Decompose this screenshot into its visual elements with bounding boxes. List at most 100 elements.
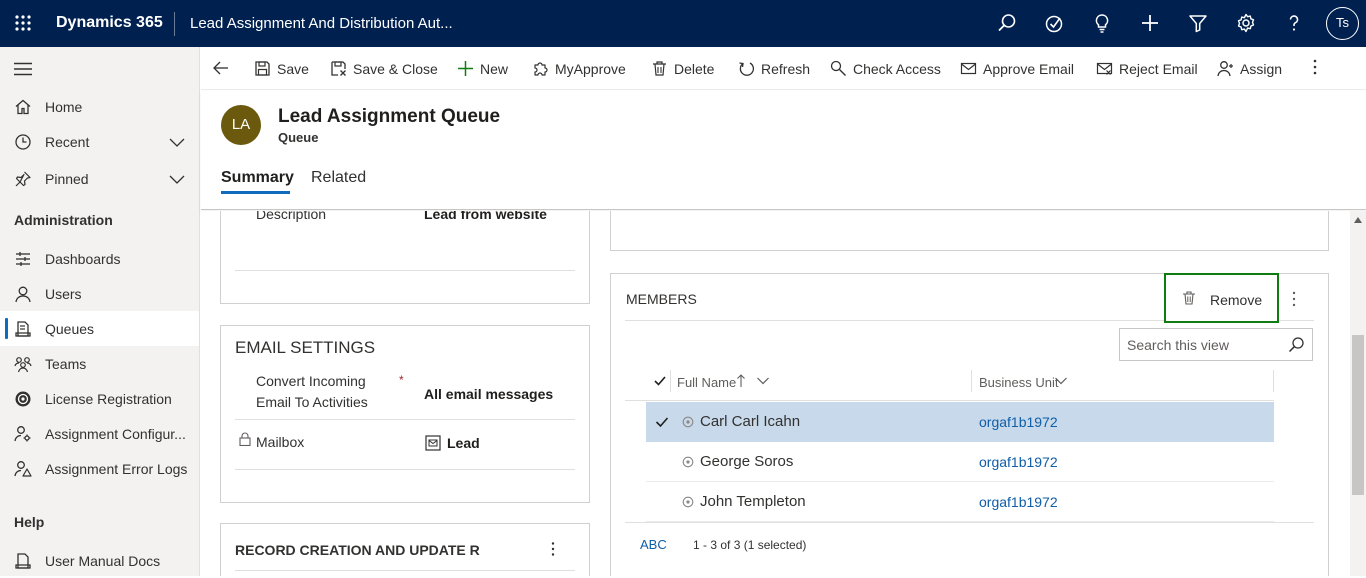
- sidebar-item-users[interactable]: Users: [0, 276, 199, 311]
- member-name[interactable]: John Templeton: [700, 493, 806, 510]
- alphabet-filter-link[interactable]: ABC: [640, 537, 667, 552]
- sidebar-item-assignment-error-logs[interactable]: Assignment Error Logs: [0, 451, 199, 486]
- table-row[interactable]: Carl Carl Icahn orgaf1b1972: [646, 402, 1274, 442]
- table-row[interactable]: John Templeton orgaf1b1972: [646, 482, 1274, 522]
- divider: [174, 12, 175, 36]
- settings-gear-icon[interactable]: [1235, 12, 1257, 34]
- row-checkmark-icon[interactable]: [654, 414, 670, 430]
- user-error-icon: [14, 461, 32, 477]
- help-icon[interactable]: [1283, 12, 1305, 34]
- app-launcher-icon[interactable]: [14, 14, 32, 32]
- member-name[interactable]: George Soros: [700, 453, 793, 470]
- convert-email-value[interactable]: All email messages: [424, 386, 553, 402]
- chevron-down-icon[interactable]: [1054, 376, 1068, 386]
- sidebar-item-recent[interactable]: Recent: [0, 124, 199, 159]
- description-value[interactable]: Lead from website: [424, 211, 547, 222]
- more-options-icon[interactable]: [545, 541, 561, 557]
- scrollbar-thumb[interactable]: [1352, 335, 1364, 495]
- column-header-full-name[interactable]: Full Name: [677, 375, 736, 390]
- vertical-scrollbar[interactable]: [1350, 211, 1366, 576]
- tab-summary[interactable]: Summary: [221, 169, 294, 187]
- top-bar: Dynamics 365 Lead Assignment And Distrib…: [0, 0, 1366, 47]
- approve-email-label: Approve Email: [983, 60, 1075, 77]
- assign-user-icon: [1217, 61, 1233, 77]
- search-input[interactable]: [1121, 330, 1281, 359]
- refresh-icon: [739, 62, 755, 76]
- sidebar-item-license-registration[interactable]: License Registration: [0, 381, 199, 416]
- more-options-icon[interactable]: [1286, 290, 1302, 308]
- plus-icon[interactable]: [1139, 12, 1161, 34]
- hamburger-menu-icon[interactable]: [14, 62, 32, 76]
- user-icon: [15, 286, 31, 303]
- sidebar-item-teams[interactable]: Teams: [0, 346, 199, 381]
- divider: [625, 400, 1274, 401]
- delete-label: Delete: [674, 60, 715, 77]
- member-business-unit-link[interactable]: orgaf1b1972: [979, 414, 1058, 430]
- approve-email-button[interactable]: Approve Email: [960, 47, 1074, 90]
- sidebar-item-queues[interactable]: Queues: [0, 311, 199, 346]
- sidebar-group-administration: Administration: [14, 212, 113, 228]
- chevron-down-icon[interactable]: [756, 376, 770, 386]
- reject-email-button[interactable]: Reject Email: [1096, 47, 1198, 90]
- member-name[interactable]: Carl Carl Icahn: [700, 413, 800, 430]
- sidebar-item-user-manual-docs[interactable]: User Manual Docs: [0, 543, 199, 578]
- delete-button[interactable]: Delete: [651, 47, 714, 90]
- select-all-checkmark-icon[interactable]: [653, 374, 667, 388]
- filter-icon[interactable]: [1187, 12, 1209, 34]
- app-title[interactable]: Lead Assignment And Distribution Aut...: [190, 15, 453, 32]
- table-row[interactable]: George Soros orgaf1b1972: [646, 442, 1274, 482]
- sort-ascending-icon[interactable]: [736, 374, 746, 388]
- more-commands-icon[interactable]: [1306, 58, 1324, 76]
- sidebar-item-dashboards[interactable]: Dashboards: [0, 241, 199, 276]
- search-icon[interactable]: [1288, 336, 1305, 353]
- sidebar-item-label: Recent: [45, 134, 90, 150]
- email-settings-title: EMAIL SETTINGS: [235, 338, 376, 357]
- column-header-business-unit[interactable]: Business Unit: [979, 375, 1058, 390]
- sidebar-item-label: License Registration: [45, 391, 172, 407]
- record-title: Lead Assignment Queue: [278, 106, 501, 127]
- status-indicator-icon: [682, 456, 694, 468]
- task-flow-icon[interactable]: [1043, 12, 1065, 34]
- new-button[interactable]: New: [457, 47, 508, 90]
- dashboard-icon: [16, 252, 30, 266]
- status-indicator-icon: [682, 496, 694, 508]
- divider: [235, 419, 575, 420]
- chevron-down-icon[interactable]: [168, 135, 186, 149]
- convert-email-label-line1: Convert Incoming: [256, 373, 366, 389]
- save-button[interactable]: Save: [254, 47, 309, 90]
- back-arrow-icon[interactable]: [211, 58, 231, 78]
- member-business-unit-link[interactable]: orgaf1b1972: [979, 494, 1058, 510]
- remove-label: Remove: [1210, 292, 1263, 308]
- remove-member-button[interactable]: Remove: [1164, 273, 1279, 323]
- members-title: MEMBERS: [626, 291, 697, 307]
- sidebar-item-pinned[interactable]: Pinned: [0, 161, 199, 196]
- refresh-button[interactable]: Refresh: [738, 47, 810, 90]
- sidebar-item-label: Teams: [45, 356, 87, 372]
- search-icon[interactable]: [996, 12, 1018, 34]
- user-avatar[interactable]: Ts: [1326, 7, 1359, 40]
- lightbulb-icon[interactable]: [1091, 12, 1113, 34]
- myapprove-label: MyApprove: [555, 60, 626, 77]
- divider: [235, 469, 575, 470]
- sidebar-item-assignment-configuration[interactable]: Assignment Configur...: [0, 416, 199, 451]
- sidebar-item-label: Queues: [45, 321, 95, 337]
- sidebar-item-home[interactable]: Home: [0, 89, 199, 124]
- check-access-button[interactable]: Check Access: [830, 47, 941, 90]
- sidebar-item-label: Users: [45, 286, 82, 302]
- save-and-close-button[interactable]: Save & Close: [330, 47, 438, 90]
- puzzle-icon: [534, 62, 548, 76]
- trash-icon: [1183, 291, 1195, 305]
- brand-name[interactable]: Dynamics 365: [56, 14, 163, 32]
- user-settings-icon: [14, 426, 31, 442]
- mailbox-value-link[interactable]: Lead: [447, 435, 480, 451]
- tab-related[interactable]: Related: [311, 169, 366, 187]
- assign-button[interactable]: Assign: [1217, 47, 1282, 90]
- assign-label: Assign: [1240, 60, 1283, 77]
- myapprove-button[interactable]: MyApprove: [532, 47, 626, 90]
- scroll-up-arrow-icon[interactable]: [1354, 217, 1362, 223]
- sidebar-item-label: Home: [45, 99, 83, 115]
- member-business-unit-link[interactable]: orgaf1b1972: [979, 454, 1058, 470]
- divider: [625, 522, 1314, 523]
- save-close-icon: [331, 61, 346, 76]
- chevron-down-icon[interactable]: [168, 172, 186, 186]
